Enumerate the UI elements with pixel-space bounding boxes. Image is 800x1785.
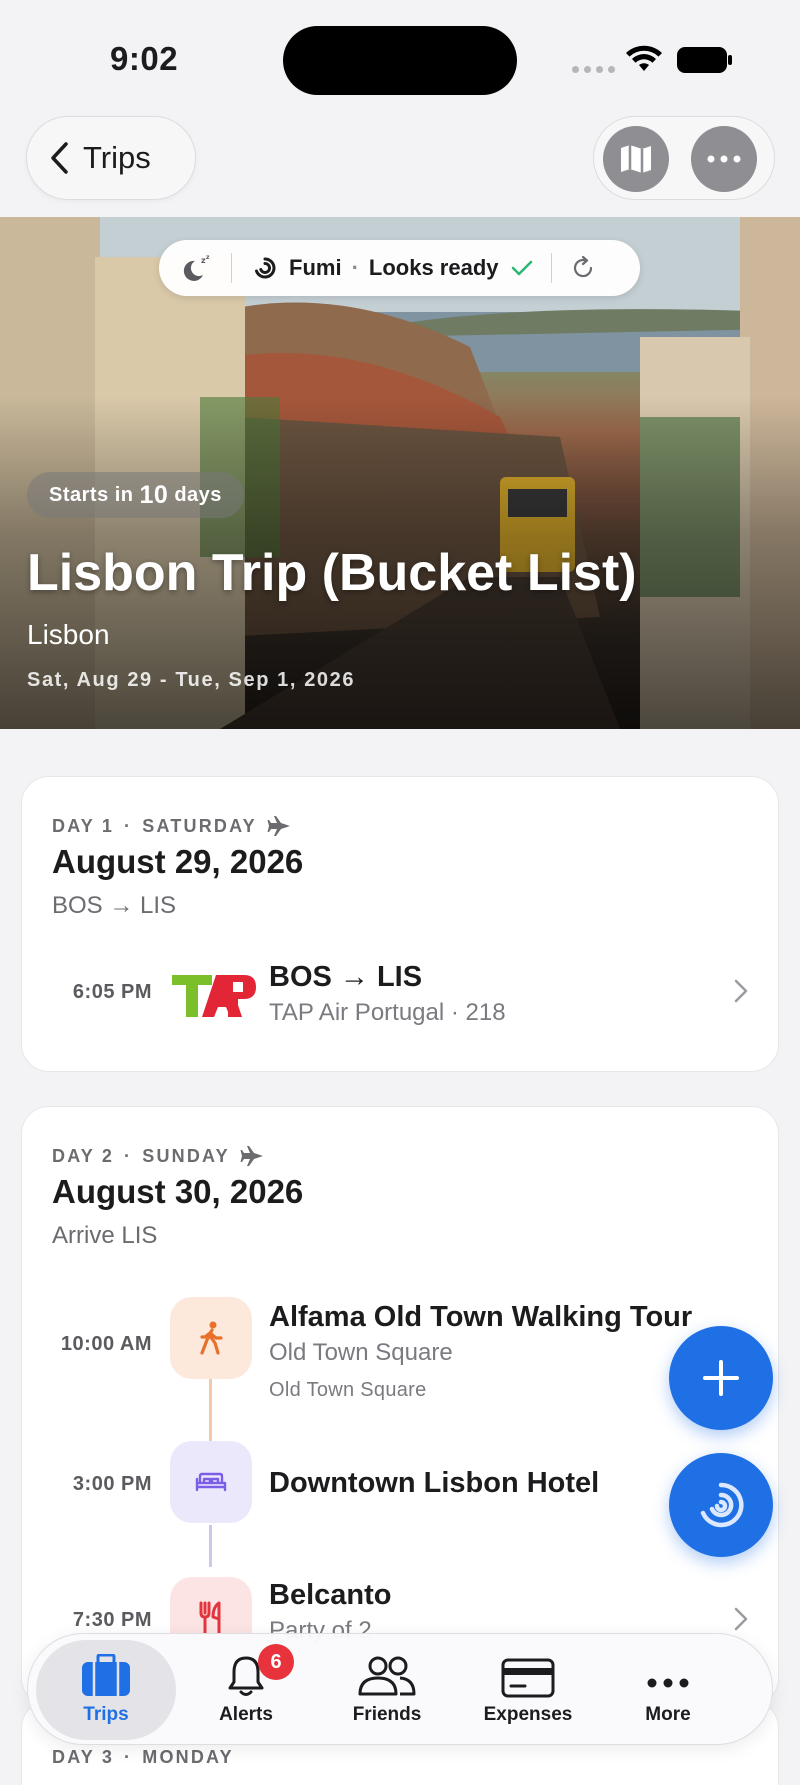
day-date: August 29, 2026 [52,843,304,880]
chevron-right-icon [734,1607,748,1631]
plus-icon [703,1360,739,1396]
starts-in-badge: Starts in 10 days [27,472,244,518]
back-button[interactable]: Trips [26,116,196,200]
suitcase-icon [82,1654,130,1696]
map-button[interactable] [603,126,669,192]
activity-row[interactable]: 10:00 AM Alfama Old Town Walking Tour Ol… [22,1293,780,1403]
status-time: 9:02 [110,40,179,77]
day-header: DAY 3 · MONDAY [52,1747,234,1768]
row-time: 10:00 AM [60,1333,152,1355]
fumi-status: Looks ready [368,255,499,280]
fork-knife-icon [199,1601,221,1635]
activity-icon-box [170,1297,252,1379]
trip-title: Lisbon Trip (Bucket List) [27,544,637,602]
nav-actions [593,116,775,200]
add-item-button[interactable] [669,1326,773,1430]
day-card: DAY 1 · SATURDAY August 29, 2026 BOS → L… [21,776,779,1072]
day-header: DAY 2 · SUNDAY [52,1145,264,1167]
day-subtitle: Arrive LIS [52,1222,158,1249]
tab-alerts[interactable]: Alerts 6 [176,1640,316,1740]
timeline-connector [209,1525,212,1567]
day-card: DAY 2 · SUNDAY August 30, 2026 Arrive LI… [21,1106,779,1706]
pill-dot: · [351,255,359,280]
sleep-moon-icon: z z [183,254,210,281]
bed-icon [195,1472,227,1492]
tab-more[interactable]: More [598,1640,738,1740]
tab-friends[interactable]: Friends [317,1640,457,1740]
activity-detail: Old Town Square [269,1379,427,1401]
starts-days: 10 [139,480,169,509]
checkmark-icon [511,260,532,276]
status-bar: 9:02 [0,0,800,110]
restaurant-title: Belcanto [269,1579,392,1611]
map-icon [621,145,651,173]
walking-person-icon [200,1321,223,1355]
tab-label: Friends [352,1704,422,1725]
ellipsis-icon [707,155,741,163]
tap-airline-logo [172,975,256,1017]
activity-location: Old Town Square [269,1339,453,1366]
airplane-icon [240,1146,263,1166]
flight-airline: TAP Air Portugal · 218 [269,999,506,1026]
more-options-button[interactable] [691,126,757,192]
tab-bar: Trips Alerts 6 Friends Expenses More [27,1633,773,1745]
trip-city: Lisbon [27,619,110,650]
fumi-swirl-icon [255,257,276,279]
pill-divider [550,253,552,283]
day-dot: · [124,1747,133,1767]
back-label: Trips [83,140,151,175]
day-label: DAY 2 [52,1145,115,1166]
row-time: 3:00 PM [72,1473,152,1495]
chevron-left-icon [51,142,68,174]
starts-suffix: days [174,483,222,506]
day-weekday: MONDAY [142,1747,234,1767]
cellular-signal-icon [572,66,615,73]
airplane-icon [267,816,290,836]
activity-title: Alfama Old Town Walking Tour [269,1301,693,1333]
row-time: 6:05 PM [72,981,152,1003]
hotel-title: Downtown Lisbon Hotel [269,1467,600,1499]
starts-prefix: Starts in [49,483,134,506]
trip-hero: z z Fumi · Looks ready Starts in 10 days… [0,217,800,729]
fumi-name: Fumi [289,255,342,280]
fumi-swirl-icon [700,1482,744,1528]
tab-label: Alerts [219,1704,273,1725]
svg-text:z: z [206,254,210,261]
flight-row[interactable]: 6:05 PM BOS → LIS TAP Air Portugal · 218 [22,949,780,1039]
day-dot: · [124,1145,133,1166]
alerts-count-badge: 6 [258,1644,294,1680]
day-subtitle: BOS → LIS [52,892,177,919]
trip-dates: Sat, Aug 29 - Tue, Sep 1, 2026 [27,669,356,691]
chevron-right-icon [734,979,748,1003]
activity-icon-box [170,1441,252,1523]
tab-label: More [645,1704,691,1725]
refresh-icon[interactable] [570,255,596,281]
pill-divider [231,253,232,283]
wifi-icon [626,45,662,71]
tab-trips[interactable]: Trips [36,1640,176,1740]
ellipsis-icon [647,1678,689,1688]
flight-route: BOS → LIS [269,961,423,993]
day-header: DAY 1 · SATURDAY [52,815,291,837]
people-icon [358,1656,416,1696]
day-weekday: SUNDAY [142,1145,230,1166]
card-icon [501,1658,555,1698]
day-label: DAY 1 [52,815,115,836]
battery-icon [677,47,732,73]
tab-expenses[interactable]: Expenses [458,1640,598,1740]
day-dot: · [124,815,133,836]
tab-label: Trips [83,1704,129,1725]
tab-label: Expenses [483,1704,573,1725]
day-weekday: SATURDAY [142,815,257,836]
fumi-assistant-button[interactable] [669,1453,773,1557]
dynamic-island [283,26,517,95]
day-date: August 30, 2026 [52,1173,304,1210]
day-label: DAY 3 [52,1747,115,1767]
fumi-status-pill[interactable]: z z Fumi · Looks ready [159,240,640,296]
hotel-row[interactable]: 3:00 PM Downtown Lisbon Hotel [22,1441,780,1531]
row-time: 7:30 PM [72,1609,152,1631]
